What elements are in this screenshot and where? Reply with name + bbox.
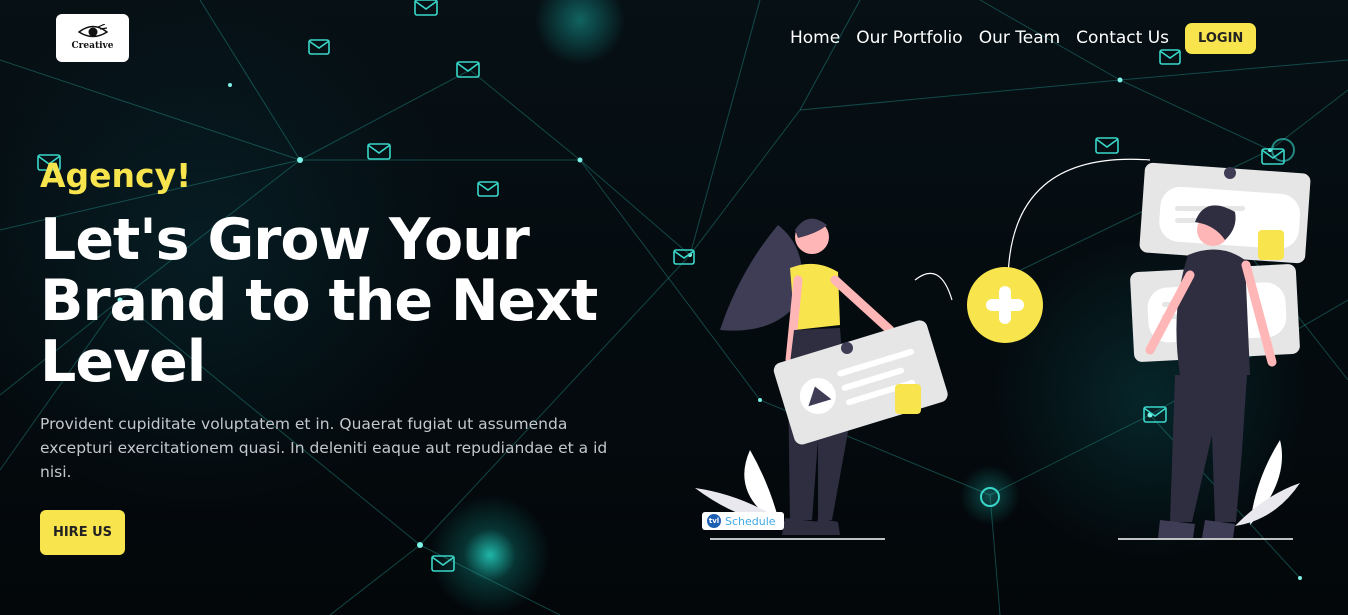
eye-icon xyxy=(78,24,108,38)
mail-icon xyxy=(308,39,330,55)
plus-circle-icon xyxy=(967,267,1043,343)
main-nav: Home Our Portfolio Our Team Contact Us L… xyxy=(790,22,1257,54)
nav-our-portfolio[interactable]: Our Portfolio xyxy=(856,28,962,48)
nav-home[interactable]: Home xyxy=(790,28,840,48)
schedule-widget[interactable]: tvl Schedule xyxy=(702,512,784,530)
mail-icon xyxy=(414,0,438,16)
hire-us-button[interactable]: HIRE US xyxy=(40,510,125,555)
nav-our-team[interactable]: Our Team xyxy=(979,28,1060,48)
mail-icon xyxy=(367,143,391,160)
brand-logo[interactable]: Creative xyxy=(56,14,129,62)
connector-line xyxy=(1007,158,1151,281)
nav-contact-us[interactable]: Contact Us xyxy=(1076,28,1169,48)
logo-text: Creative xyxy=(71,41,114,51)
hero-headline: Let's Grow Your Brand to the Next Level xyxy=(40,207,598,395)
hero-tagline: Agency! xyxy=(40,156,192,195)
man-shirt xyxy=(1176,249,1250,375)
mail-icon xyxy=(431,555,455,572)
mail-icon xyxy=(477,181,499,197)
hero-illustration xyxy=(695,158,1311,540)
schedule-label: Schedule xyxy=(725,514,776,528)
connector-line xyxy=(914,272,953,301)
login-button[interactable]: LOGIN xyxy=(1185,22,1257,54)
hero-description: Provident cupiditate voluptatem et in. Q… xyxy=(40,415,608,481)
schedule-icon: tvl xyxy=(707,514,721,528)
